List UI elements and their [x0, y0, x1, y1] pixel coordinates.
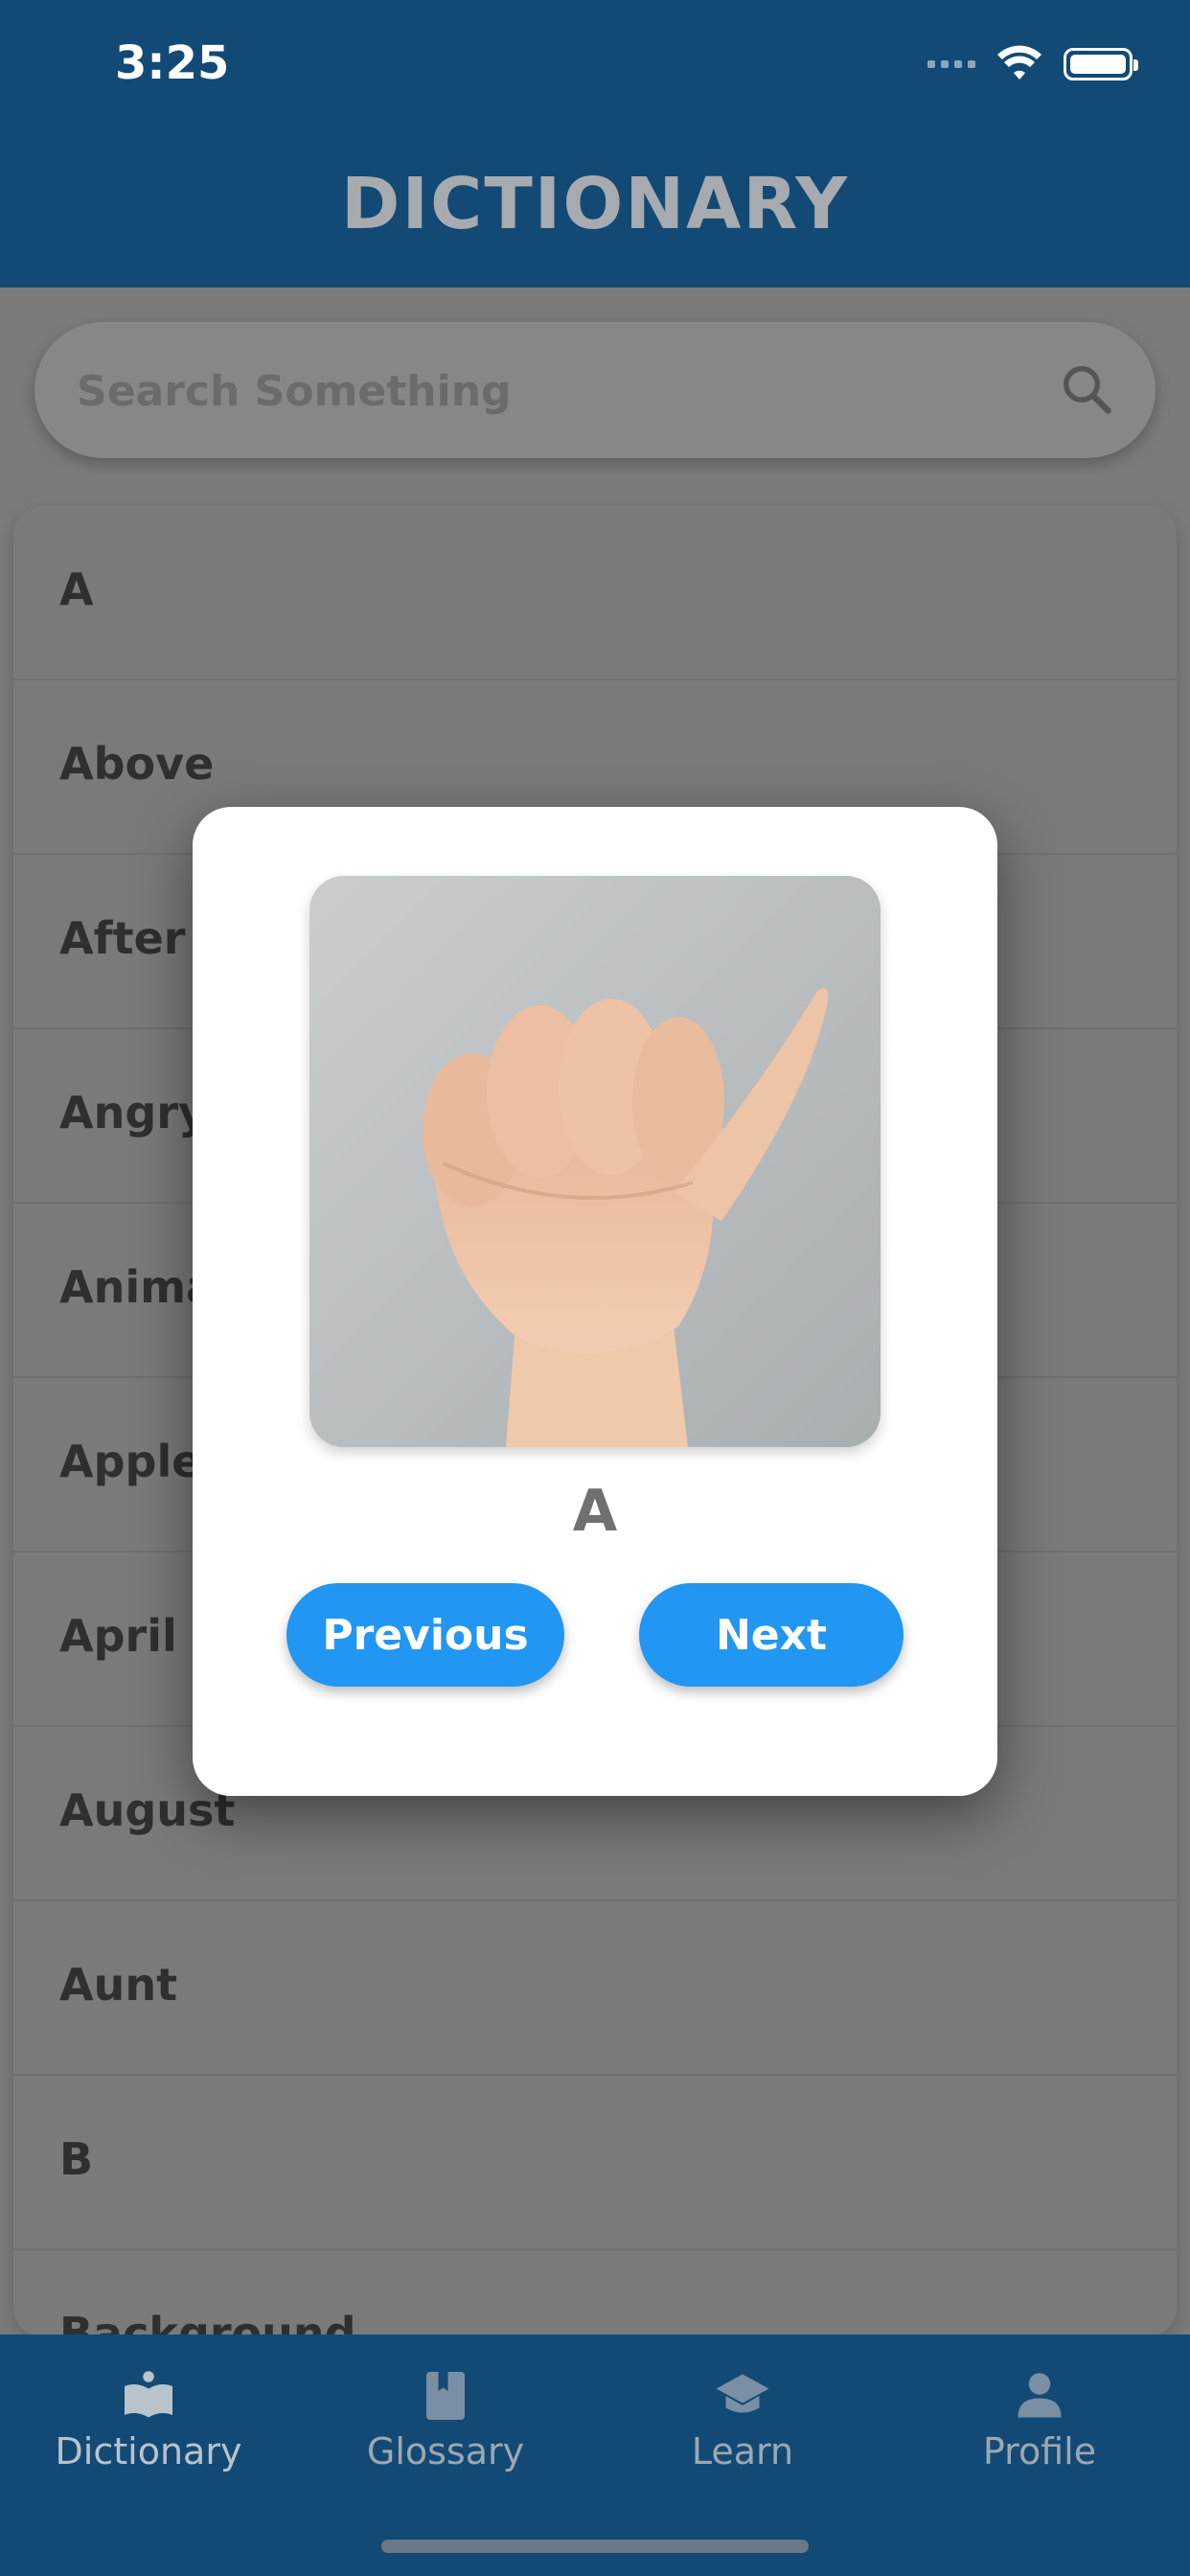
open-book-icon [125, 2371, 172, 2418]
sign-image [309, 876, 881, 1447]
previous-button[interactable]: Previous [286, 1583, 564, 1687]
status-icons [927, 40, 1138, 88]
list-item-label: Apple [59, 1436, 202, 1487]
page-title: DICTIONARY [341, 163, 849, 245]
search-input[interactable] [75, 322, 1037, 460]
list-item-label: Angry [59, 1087, 207, 1138]
nav-glossary[interactable]: Glossary [297, 2334, 594, 2545]
list-item-label: A [59, 564, 94, 615]
nav-label: Profile [982, 2430, 1097, 2472]
sign-letter: A [572, 1478, 618, 1545]
battery-icon [1064, 48, 1138, 80]
list-item[interactable]: A [13, 506, 1177, 680]
list-item[interactable]: Aunt [13, 1901, 1177, 2076]
list-item-label: Background [59, 2308, 356, 2336]
search-bar[interactable] [34, 322, 1156, 460]
list-item-label: Aunt [59, 1959, 178, 2011]
list-item-label: After [59, 912, 186, 964]
nav-profile[interactable]: Profile [891, 2334, 1188, 2545]
bookmark-book-icon [426, 2372, 465, 2420]
list-item-label: April [59, 1610, 177, 1662]
nav-label: Learn [691, 2430, 794, 2472]
signal-icon [927, 60, 975, 68]
sign-preview-dialog: A Previous Next [193, 807, 997, 1796]
top-bar: 3:25 DICTIONARY [0, 0, 1190, 288]
hand-sign-a-photo [309, 876, 881, 1447]
graduation-cap-icon [716, 2374, 769, 2413]
list-item[interactable]: B [13, 2076, 1177, 2250]
next-button[interactable]: Next [639, 1583, 904, 1687]
list-item-label: Above [59, 738, 215, 790]
list-item-label: B [59, 2133, 94, 2185]
status-time: 3:25 [115, 36, 230, 90]
list-item[interactable]: Background [13, 2250, 1177, 2336]
nav-dictionary[interactable]: Dictionary [0, 2334, 297, 2545]
home-indicator [381, 2540, 809, 2553]
search-icon[interactable] [1058, 360, 1115, 418]
person-icon [1018, 2373, 1062, 2418]
nav-learn[interactable]: Learn [594, 2334, 891, 2545]
nav-label: Glossary [366, 2430, 525, 2472]
wifi-icon [997, 45, 1041, 80]
nav-label: Dictionary [55, 2430, 242, 2472]
list-item-label: August [59, 1784, 236, 1836]
